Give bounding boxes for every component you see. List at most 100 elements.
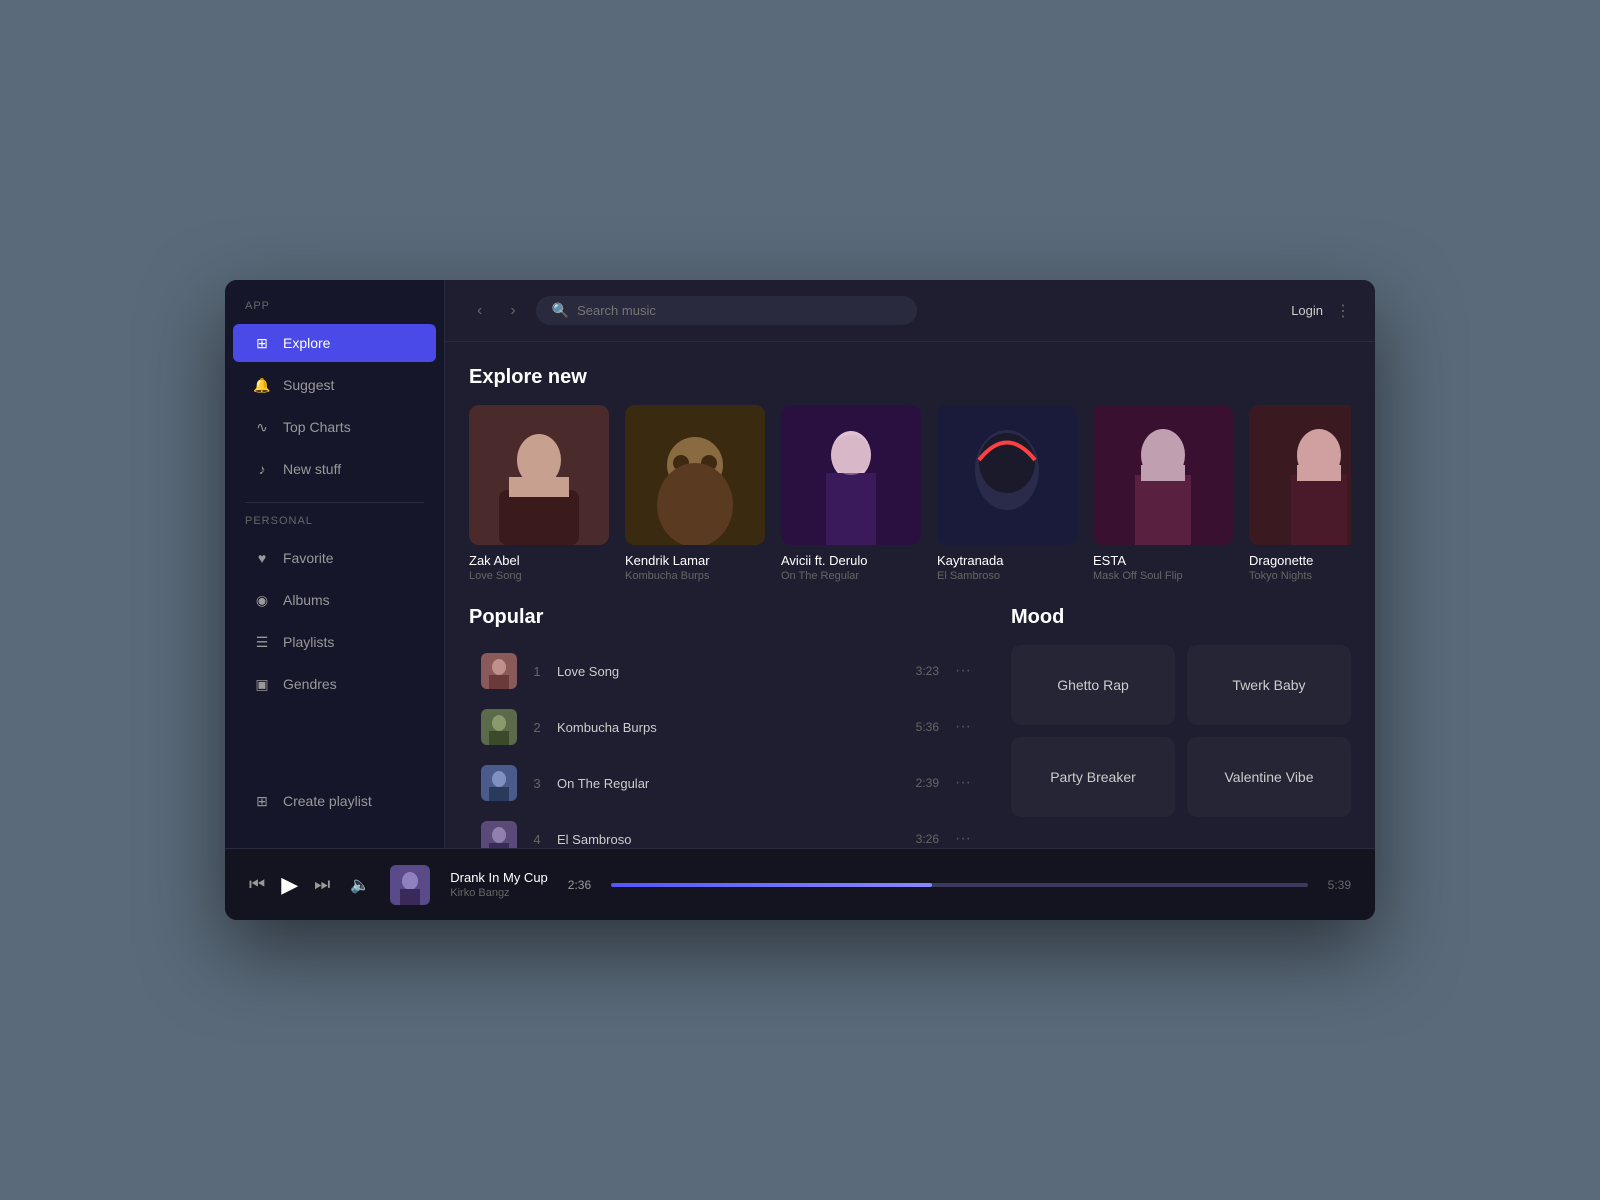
explore-card-zak-abel[interactable]: Zak Abel Love Song <box>469 405 609 582</box>
search-input[interactable] <box>577 303 901 318</box>
player-track-artist: Kirko Bangz <box>450 887 548 899</box>
favorite-label: Favorite <box>283 550 334 566</box>
card-image-esta <box>1093 405 1233 545</box>
sidebar: App ⊞ Explore 🔔 Suggest ∿ Top Charts ♪ N… <box>225 280 445 848</box>
create-playlist-button[interactable]: ⊞ Create playlist <box>233 782 436 820</box>
card-name-avicii: Avicii ft. Derulo <box>781 553 921 568</box>
track-thumb-1 <box>481 653 517 689</box>
back-button[interactable]: ‹ <box>469 298 490 324</box>
progress-fill <box>611 883 931 887</box>
explore-card-kendrik[interactable]: Kendrik Lamar Kombucha Burps <box>625 405 765 582</box>
top-charts-label: Top Charts <box>283 419 351 435</box>
sidebar-item-favorite[interactable]: ♥ Favorite <box>233 539 436 577</box>
app-window: App ⊞ Explore 🔔 Suggest ∿ Top Charts ♪ N… <box>225 280 1375 920</box>
sidebar-divider <box>245 502 424 503</box>
player-time-total: 5:39 <box>1328 878 1351 892</box>
login-button[interactable]: Login <box>1291 303 1323 318</box>
gendres-label: Gendres <box>283 676 337 692</box>
card-name-kendrik: Kendrik Lamar <box>625 553 765 568</box>
card-name-kaytranada: Kaytranada <box>937 553 1077 568</box>
sidebar-item-gendres[interactable]: ▣ Gendres <box>233 665 436 703</box>
explore-label: Explore <box>283 335 330 351</box>
mood-section: Mood Ghetto Rap Twerk Baby Party Breaker… <box>1011 606 1351 848</box>
sidebar-item-suggest[interactable]: 🔔 Suggest <box>233 366 436 404</box>
progress-bar[interactable] <box>611 883 1307 887</box>
mood-card-party-breaker[interactable]: Party Breaker <box>1011 737 1175 817</box>
explore-card-esta[interactable]: ESTA Mask Off Soul Flip <box>1093 405 1233 582</box>
player-time-current: 2:36 <box>568 878 591 892</box>
popular-title: Popular <box>469 606 987 629</box>
track-num-3: 3 <box>529 776 545 791</box>
search-icon: 🔍 <box>552 302 569 319</box>
player-track-name: Drank In My Cup <box>450 870 548 885</box>
mood-card-twerk-baby[interactable]: Twerk Baby <box>1187 645 1351 725</box>
play-button[interactable]: ▶ <box>281 872 298 898</box>
top-charts-icon: ∿ <box>253 418 271 436</box>
player-track-thumb <box>390 865 430 905</box>
card-image-avicii <box>781 405 921 545</box>
bottom-section: Popular 1 Love Song 3:23 ··· <box>469 606 1351 848</box>
track-item[interactable]: 3 On The Regular 2:39 ··· <box>469 757 987 809</box>
sidebar-item-playlists[interactable]: ☰ Playlists <box>233 623 436 661</box>
mood-title: Mood <box>1011 606 1351 629</box>
track-item[interactable]: 2 Kombucha Burps 5:36 ··· <box>469 701 987 753</box>
explore-card-kaytranada[interactable]: Kaytranada El Sambroso <box>937 405 1077 582</box>
suggest-label: Suggest <box>283 377 334 393</box>
suggest-icon: 🔔 <box>253 376 271 394</box>
track-more-button-3[interactable]: ··· <box>951 774 975 792</box>
card-sub-zak-abel: Love Song <box>469 570 609 582</box>
gendres-icon: ▣ <box>253 675 271 693</box>
card-sub-kaytranada: El Sambroso <box>937 570 1077 582</box>
app-label: App <box>225 300 444 322</box>
player-controls: ⏮ ▶ ⏭ <box>249 872 330 898</box>
previous-button[interactable]: ⏮ <box>249 874 265 895</box>
track-duration-4: 3:26 <box>916 832 939 846</box>
card-sub-avicii: On The Regular <box>781 570 921 582</box>
more-options-button[interactable]: ⋮ <box>1335 301 1351 321</box>
card-name-esta: ESTA <box>1093 553 1233 568</box>
card-sub-esta: Mask Off Soul Flip <box>1093 570 1233 582</box>
create-playlist-label: Create playlist <box>283 793 372 809</box>
personal-label: Personal <box>225 515 444 537</box>
content-area: ‹ › 🔍 Login ⋮ Explore new <box>445 280 1375 848</box>
track-name-2: Kombucha Burps <box>557 720 904 735</box>
sidebar-item-top-charts[interactable]: ∿ Top Charts <box>233 408 436 446</box>
albums-label: Albums <box>283 592 330 608</box>
track-more-button-1[interactable]: ··· <box>951 662 975 680</box>
heart-icon: ♥ <box>253 549 271 567</box>
next-button[interactable]: ⏭ <box>314 874 330 895</box>
card-name-zak-abel: Zak Abel <box>469 553 609 568</box>
explore-card-avicii[interactable]: Avicii ft. Derulo On The Regular <box>781 405 921 582</box>
mood-card-ghetto-rap[interactable]: Ghetto Rap <box>1011 645 1175 725</box>
card-image-dragonette <box>1249 405 1351 545</box>
forward-button[interactable]: › <box>502 298 523 324</box>
playlists-label: Playlists <box>283 634 334 650</box>
new-stuff-label: New stuff <box>283 461 341 477</box>
player-track-info: Drank In My Cup Kirko Bangz <box>450 870 548 899</box>
sidebar-item-explore[interactable]: ⊞ Explore <box>233 324 436 362</box>
track-list: 1 Love Song 3:23 ··· 2 Kombucha Burp <box>469 645 987 848</box>
add-icon: ⊞ <box>253 792 271 810</box>
albums-icon: ◉ <box>253 591 271 609</box>
track-thumb-2 <box>481 709 517 745</box>
sidebar-item-new-stuff[interactable]: ♪ New stuff <box>233 450 436 488</box>
track-duration-3: 2:39 <box>916 776 939 790</box>
volume-icon: 🔈 <box>350 875 370 895</box>
search-bar: 🔍 <box>536 296 918 325</box>
explore-card-dragonette[interactable]: Dragonette Tokyo Nights <box>1249 405 1351 582</box>
sidebar-item-albums[interactable]: ◉ Albums <box>233 581 436 619</box>
track-duration-2: 5:36 <box>916 720 939 734</box>
track-name-4: El Sambroso <box>557 832 904 847</box>
card-sub-dragonette: Tokyo Nights <box>1249 570 1351 582</box>
popular-section: Popular 1 Love Song 3:23 ··· <box>469 606 987 848</box>
track-item[interactable]: 4 El Sambroso 3:26 ··· <box>469 813 987 848</box>
main-area: App ⊞ Explore 🔔 Suggest ∿ Top Charts ♪ N… <box>225 280 1375 848</box>
track-item[interactable]: 1 Love Song 3:23 ··· <box>469 645 987 697</box>
track-more-button-2[interactable]: ··· <box>951 718 975 736</box>
card-image-zak-abel <box>469 405 609 545</box>
card-image-kaytranada <box>937 405 1077 545</box>
explore-cards: Zak Abel Love Song <box>469 405 1351 582</box>
mood-card-valentine-vibe[interactable]: Valentine Vibe <box>1187 737 1351 817</box>
track-more-button-4[interactable]: ··· <box>951 830 975 848</box>
playlists-icon: ☰ <box>253 633 271 651</box>
